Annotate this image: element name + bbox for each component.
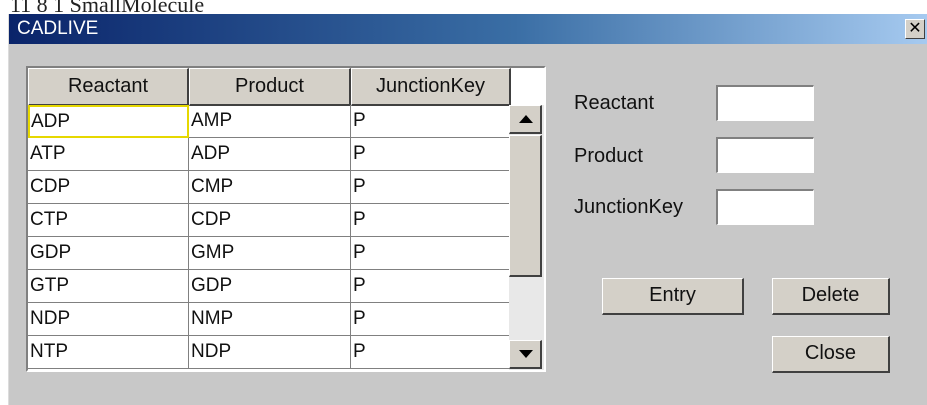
table-row[interactable]: NTP NDP P — [28, 336, 511, 369]
cadlive-dialog: CADLIVE ✕ Reactant Product JunctionKey A… — [8, 14, 927, 405]
delete-button[interactable]: Delete — [772, 278, 890, 315]
table-cell[interactable]: GDP — [189, 270, 351, 303]
table-row[interactable]: ADP AMP P — [28, 105, 511, 138]
table-row[interactable]: NDP NMP P — [28, 303, 511, 336]
table-cell[interactable]: NTP — [28, 336, 189, 369]
scroll-down-button[interactable] — [509, 340, 542, 369]
table-cell[interactable]: CDP — [28, 171, 189, 204]
product-field[interactable] — [716, 137, 814, 173]
table-cell[interactable]: P — [351, 303, 511, 336]
entry-button[interactable]: Entry — [602, 278, 744, 315]
triangle-down-icon — [519, 350, 533, 358]
table-row[interactable]: GTP GDP P — [28, 270, 511, 303]
window-title: CADLIVE — [17, 18, 99, 39]
junctionkey-field[interactable] — [716, 189, 814, 225]
column-header-junctionkey[interactable]: JunctionKey — [351, 68, 511, 106]
table-cell[interactable]: P — [351, 171, 511, 204]
table-cell[interactable]: P — [351, 105, 511, 138]
vertical-scrollbar[interactable] — [509, 105, 544, 370]
reactant-label: Reactant — [574, 92, 655, 114]
scrollbar-thumb[interactable] — [509, 135, 542, 277]
table-cell[interactable]: ATP — [28, 138, 189, 171]
table-cell[interactable]: ADP — [28, 105, 189, 138]
table-cell[interactable]: CMP — [189, 171, 351, 204]
triangle-up-icon — [519, 115, 533, 123]
close-button[interactable]: Close — [772, 336, 890, 373]
column-header-product[interactable]: Product — [189, 68, 351, 106]
title-bar[interactable]: CADLIVE ✕ — [9, 14, 927, 44]
table-cell[interactable]: CDP — [189, 204, 351, 237]
close-icon: ✕ — [908, 20, 922, 37]
table-cell[interactable]: P — [351, 270, 511, 303]
table-cell[interactable]: ADP — [189, 138, 351, 171]
table-cell[interactable]: P — [351, 336, 511, 369]
table-row[interactable]: CDP CMP P — [28, 171, 511, 204]
table-cell[interactable]: AMP — [189, 105, 351, 138]
table-cell[interactable]: GDP — [28, 237, 189, 270]
junctionkey-label: JunctionKey — [574, 196, 683, 218]
scroll-up-button[interactable] — [509, 105, 542, 134]
table-row[interactable]: GDP GMP P — [28, 237, 511, 270]
table-cell[interactable]: P — [351, 204, 511, 237]
table-cell[interactable]: NDP — [28, 303, 189, 336]
column-header-reactant[interactable]: Reactant — [28, 68, 189, 106]
window-close-button[interactable]: ✕ — [905, 19, 925, 39]
table-cell[interactable]: NDP — [189, 336, 351, 369]
product-label: Product — [574, 145, 643, 167]
table-cell[interactable]: P — [351, 237, 511, 270]
reactant-field[interactable] — [716, 85, 814, 121]
table-cell[interactable]: GMP — [189, 237, 351, 270]
table-cell[interactable]: CTP — [28, 204, 189, 237]
table-cell[interactable]: GTP — [28, 270, 189, 303]
table-cell[interactable]: NMP — [189, 303, 351, 336]
table-row[interactable]: ATP ADP P — [28, 138, 511, 171]
table-cell[interactable]: P — [351, 138, 511, 171]
table-row[interactable]: CTP CDP P — [28, 204, 511, 237]
partial-caption-text: 11 8 1 SmallMolecule — [10, 0, 204, 12]
molecule-table: Reactant Product JunctionKey ADP AMP P A… — [26, 66, 546, 372]
